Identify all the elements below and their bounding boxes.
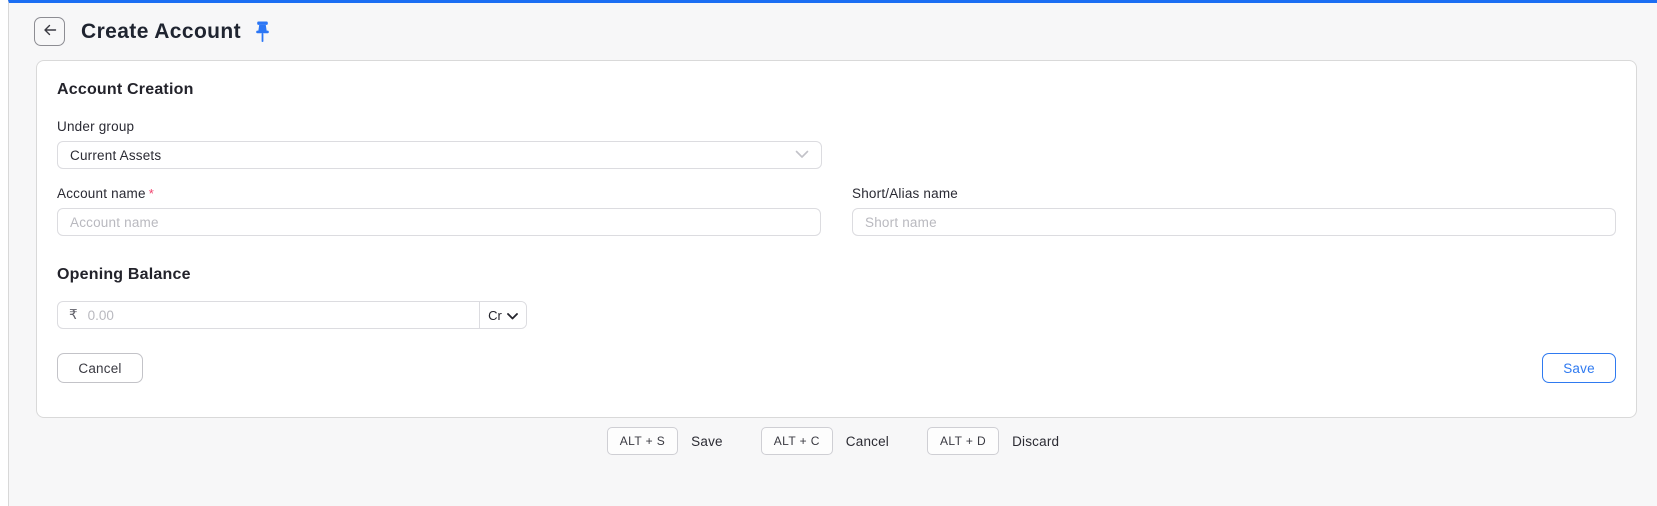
card-footer: Cancel Save (57, 353, 1616, 383)
under-group-label: Under group (57, 119, 135, 134)
account-name-label-text: Account name (57, 186, 146, 201)
page-title: Create Account (81, 19, 242, 43)
account-creation-card: Account Creation Under group Current Ass… (36, 60, 1637, 418)
pin-icon[interactable] (255, 21, 270, 43)
account-name-column: Account name * (57, 186, 821, 236)
account-name-input[interactable] (57, 208, 821, 236)
cancel-button[interactable]: Cancel (57, 353, 143, 383)
shortcut-discard: ALT + D Discard (927, 427, 1059, 455)
chevron-down-icon (506, 308, 518, 323)
shortcut-save-label: Save (691, 433, 723, 449)
credit-debit-select[interactable]: Cr (479, 302, 526, 328)
save-button[interactable]: Save (1542, 353, 1616, 383)
chevron-down-icon (795, 146, 809, 164)
required-asterisk: * (148, 186, 154, 201)
kbd-alt-c: ALT + C (760, 427, 833, 455)
page-header: Create Account (9, 3, 1657, 46)
credit-debit-value: Cr (488, 307, 502, 323)
opening-balance-input[interactable] (83, 302, 479, 328)
opening-balance-group: ₹ Cr (57, 301, 527, 329)
page-frame: Create Account Account Creation Under gr… (8, 0, 1657, 506)
rupee-icon: ₹ (69, 307, 78, 322)
kbd-alt-d: ALT + D (927, 427, 1000, 455)
back-arrow-icon (43, 24, 57, 39)
shortcut-discard-label: Discard (1012, 433, 1060, 449)
keyboard-shortcuts-bar: ALT + S Save ALT + C Cancel ALT + D Disc… (9, 427, 1657, 455)
name-fields-row: Account name* Short/Alias name (57, 186, 1616, 236)
shortcut-cancel-label: Cancel (845, 433, 890, 449)
back-button[interactable] (34, 17, 65, 46)
short-alias-column: Short/Alias name (852, 186, 1616, 236)
short-alias-input[interactable] (852, 208, 1616, 236)
under-group-value: Current Assets (70, 147, 162, 163)
under-group-select[interactable]: Current Assets (57, 141, 822, 169)
shortcut-cancel: ALT + C Cancel (760, 427, 890, 455)
account-name-label: Account name * (57, 186, 821, 201)
opening-balance-title: Opening Balance (57, 266, 191, 283)
short-alias-label: Short/Alias name (852, 186, 958, 201)
section-title: Account Creation (57, 81, 194, 98)
kbd-alt-s: ALT + S (606, 427, 679, 455)
shortcut-save: ALT + S Save (606, 427, 723, 455)
